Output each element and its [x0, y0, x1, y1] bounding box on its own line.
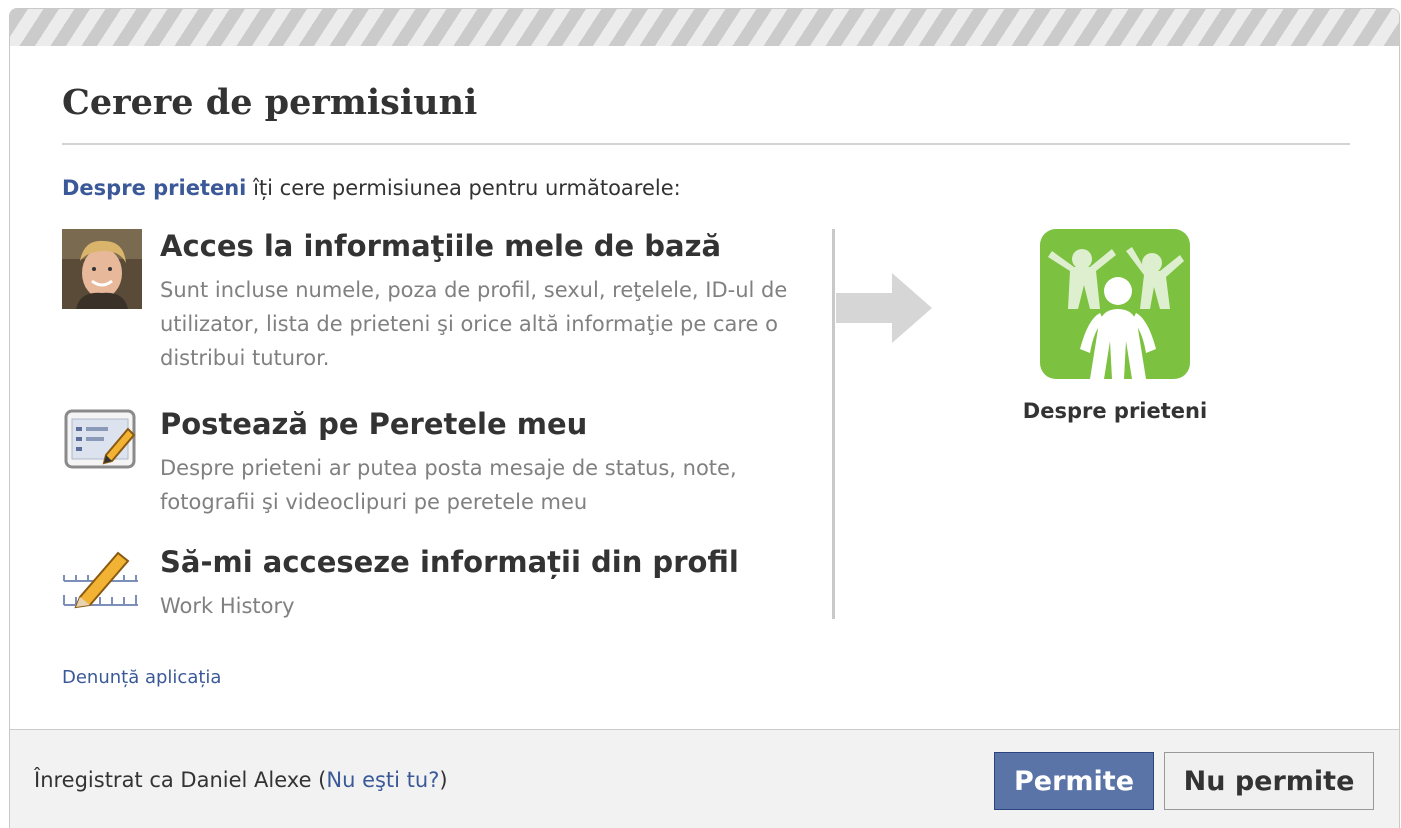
dialog-header-stripe	[10, 9, 1399, 46]
permission-title: Să-mi acceseze informații din profil	[160, 545, 739, 579]
arrow-right-icon	[836, 273, 936, 347]
app-name-link[interactable]: Despre prieteni	[62, 176, 246, 200]
permission-title: Postează pe Peretele meu	[160, 407, 588, 441]
permission-description: Sunt incluse numele, poza de profil, sex…	[160, 278, 788, 370]
permission-profile-info: Să-mi acceseze informații din profil Wor…	[62, 545, 782, 625]
permission-wall-post: Postează pe Peretele meu Despre prieteni…	[62, 407, 782, 517]
permission-basic-info: Acces la informaţiile mele de bază Sunt …	[62, 229, 787, 379]
app-name-label: Despre prieteni	[1022, 399, 1208, 423]
permission-dialog: Cerere de permisiuni Despre prieteni îți…	[9, 8, 1400, 828]
dialog-title: Cerere de permisiuni	[62, 82, 478, 123]
app-logo-icon	[1040, 229, 1190, 383]
title-divider	[62, 143, 1350, 145]
permission-description: Work History	[160, 594, 295, 618]
pencil-ruler-icon	[62, 545, 142, 625]
not-you-link[interactable]: Nu eşti tu?	[326, 768, 439, 792]
permission-description: Despre prieteni ar putea posta mesaje de…	[160, 456, 737, 514]
wall-post-icon	[62, 407, 142, 487]
permission-intro: Despre prieteni îți cere permisiunea pen…	[62, 176, 681, 200]
permission-title: Acces la informaţiile mele de bază	[160, 229, 722, 263]
profile-photo-icon	[62, 229, 142, 309]
logged-in-status: Înregistrat ca Daniel Alexe (Nu eşti tu?…	[34, 768, 448, 792]
vertical-divider	[832, 229, 835, 619]
allow-button[interactable]: Permite	[994, 752, 1154, 810]
dialog-footer: Înregistrat ca Daniel Alexe (Nu eşti tu?…	[10, 729, 1399, 828]
intro-text: îți cere permisiunea pentru următoarele:	[246, 176, 681, 200]
deny-button[interactable]: Nu permite	[1164, 752, 1374, 810]
report-app-link[interactable]: Denunță aplicația	[62, 667, 221, 688]
